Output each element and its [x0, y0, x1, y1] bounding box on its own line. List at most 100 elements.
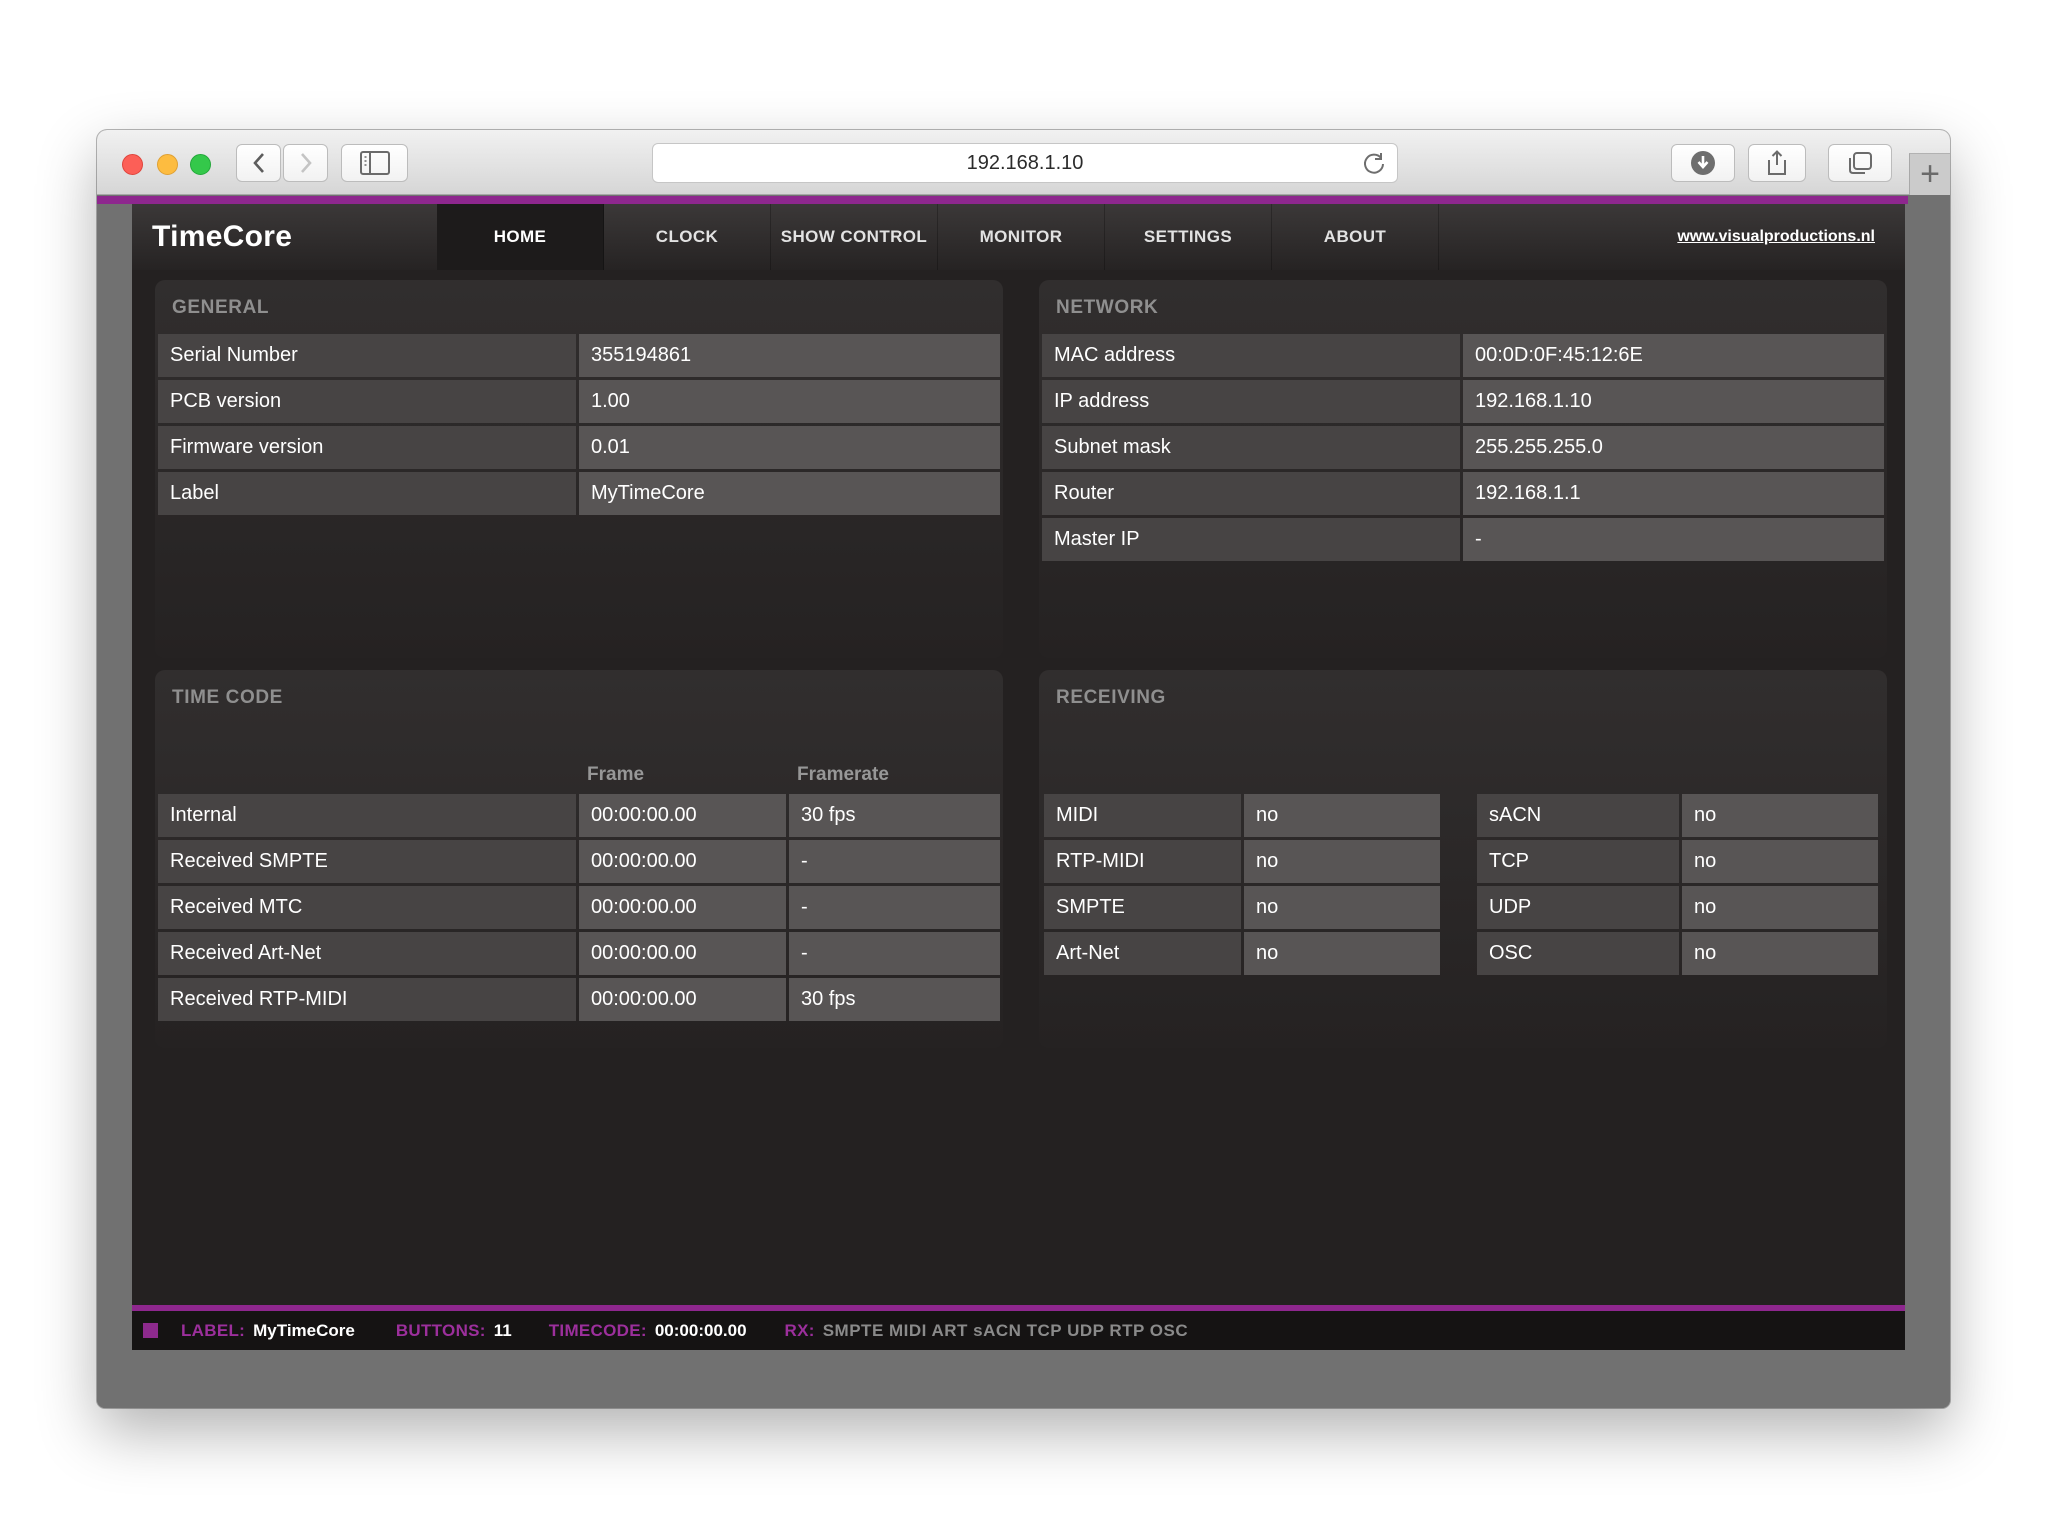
downloads-button[interactable]: [1671, 144, 1735, 182]
status-key: LABEL:: [181, 1321, 245, 1341]
row-label: IP address: [1042, 380, 1460, 423]
browser-window: 192.168.1.10: [97, 130, 1950, 1408]
row-label: UDP: [1477, 886, 1679, 929]
nav-tabs: HOME CLOCK SHOW CONTROL MONITOR SETTINGS…: [437, 204, 1439, 270]
framerate-value: 30 fps: [789, 794, 1000, 837]
table-row: sACN no: [1477, 794, 1878, 837]
row-label: RTP-MIDI: [1044, 840, 1241, 883]
panel-title: NETWORK: [1042, 280, 1884, 334]
table-row: Router 192.168.1.1: [1042, 472, 1884, 515]
row-label: Subnet mask: [1042, 426, 1460, 469]
table-row: MAC address 00:0D:0F:45:12:6E: [1042, 334, 1884, 377]
framerate-value: -: [789, 932, 1000, 975]
table-row: Art-Net no: [1044, 932, 1440, 975]
frame-value: 00:00:00.00: [579, 886, 786, 929]
status-key: TIMECODE:: [549, 1321, 647, 1341]
row-value: no: [1244, 794, 1440, 837]
sidebar-toggle-button[interactable]: [341, 144, 408, 182]
share-button[interactable]: [1748, 144, 1806, 182]
table-row: Serial Number 355194861: [158, 334, 1000, 377]
panel-title: GENERAL: [158, 280, 1000, 334]
row-value: 355194861: [579, 334, 1000, 377]
row-label: Internal: [158, 794, 576, 837]
panel-title: RECEIVING: [1042, 670, 1884, 724]
table-row: RTP-MIDI no: [1044, 840, 1440, 883]
row-label: Serial Number: [158, 334, 576, 377]
framerate-value: -: [789, 840, 1000, 883]
download-icon: [1689, 149, 1717, 177]
tab-monitor[interactable]: MONITOR: [938, 204, 1105, 270]
table-row: Received RTP-MIDI 00:00:00.00 30 fps: [158, 978, 1000, 1021]
zoom-button[interactable]: [190, 154, 211, 175]
main-content: GENERAL Serial Number 355194861 PCB vers…: [132, 270, 1905, 1048]
tab-settings[interactable]: SETTINGS: [1105, 204, 1272, 270]
tab-about[interactable]: ABOUT: [1272, 204, 1439, 270]
row-label: Label: [158, 472, 576, 515]
row-value: no: [1682, 932, 1878, 975]
browser-toolbar: 192.168.1.10: [97, 130, 1950, 195]
row-label: Received MTC: [158, 886, 576, 929]
table-row: Internal 00:00:00.00 30 fps: [158, 794, 1000, 837]
new-tab-icon: +: [1920, 155, 1940, 194]
row-value: 192.168.1.1: [1463, 472, 1884, 515]
network-panel: NETWORK MAC address 00:0D:0F:45:12:6E IP…: [1039, 280, 1887, 658]
row-value: MyTimeCore: [579, 472, 1000, 515]
table-row: Subnet mask 255.255.255.0: [1042, 426, 1884, 469]
receiving-table-left: MIDI no RTP-MIDI no SMPTE no: [1044, 794, 1440, 975]
close-button[interactable]: [122, 154, 143, 175]
framerate-value: 30 fps: [789, 978, 1000, 1021]
row-value: no: [1244, 886, 1440, 929]
status-value: SMPTE MIDI ART sACN TCP UDP RTP OSC: [823, 1321, 1188, 1341]
vendor-link[interactable]: www.visualproductions.nl: [1677, 228, 1875, 246]
tab-clock[interactable]: CLOCK: [604, 204, 771, 270]
receiving-panel: RECEIVING MIDI no RTP-MIDI no: [1039, 670, 1887, 1048]
status-label-group: LABEL: MyTimeCore: [181, 1321, 355, 1341]
table-row: IP address 192.168.1.10: [1042, 380, 1884, 423]
back-button[interactable]: [236, 144, 281, 182]
row-label: Master IP: [1042, 518, 1460, 561]
receiving-table-right: sACN no TCP no UDP no: [1477, 794, 1878, 975]
address-bar[interactable]: 192.168.1.10: [652, 143, 1398, 183]
row-label: PCB version: [158, 380, 576, 423]
row-label: sACN: [1477, 794, 1679, 837]
tab-show-control[interactable]: SHOW CONTROL: [771, 204, 938, 270]
row-label: MIDI: [1044, 794, 1241, 837]
row-value: no: [1682, 840, 1878, 883]
column-header-frame: Frame: [579, 764, 786, 786]
timecode-panel: TIME CODE Frame Framerate Internal 00:00…: [155, 670, 1003, 1048]
row-value: 0.01: [579, 426, 1000, 469]
status-rx-group: RX: SMPTE MIDI ART sACN TCP UDP RTP OSC: [785, 1321, 1189, 1341]
row-label: Received SMPTE: [158, 840, 576, 883]
status-value: MyTimeCore: [253, 1321, 355, 1341]
tab-home[interactable]: HOME: [437, 204, 604, 270]
url-text: 192.168.1.10: [967, 152, 1084, 175]
status-buttons-group: BUTTONS: 11: [396, 1321, 512, 1341]
frame-value: 00:00:00.00: [579, 794, 786, 837]
share-icon: [1765, 149, 1789, 177]
app-logo: TimeCore: [152, 220, 292, 254]
row-label: SMPTE: [1044, 886, 1241, 929]
status-timecode-group: TIMECODE: 00:00:00.00: [549, 1321, 747, 1341]
column-header-framerate: Framerate: [789, 764, 1000, 786]
row-label: TCP: [1477, 840, 1679, 883]
row-label: Router: [1042, 472, 1460, 515]
row-label: OSC: [1477, 932, 1679, 975]
table-row: SMPTE no: [1044, 886, 1440, 929]
table-row: UDP no: [1477, 886, 1878, 929]
new-tab-button[interactable]: +: [1909, 153, 1950, 195]
back-icon: [252, 152, 266, 174]
table-row: PCB version 1.00: [158, 380, 1000, 423]
row-value: no: [1244, 932, 1440, 975]
status-key: BUTTONS:: [396, 1321, 486, 1341]
general-panel: GENERAL Serial Number 355194861 PCB vers…: [155, 280, 1003, 658]
forward-button[interactable]: [283, 144, 328, 182]
tab-overview-button[interactable]: [1828, 144, 1892, 182]
frame-value: 00:00:00.00: [579, 932, 786, 975]
frame-value: 00:00:00.00: [579, 840, 786, 883]
reload-icon[interactable]: [1361, 151, 1387, 177]
status-indicator-icon: [143, 1323, 158, 1338]
frame-value: 00:00:00.00: [579, 978, 786, 1021]
minimize-button[interactable]: [157, 154, 178, 175]
row-label: MAC address: [1042, 334, 1460, 377]
timecode-column-headers: Frame Framerate: [158, 724, 1000, 794]
